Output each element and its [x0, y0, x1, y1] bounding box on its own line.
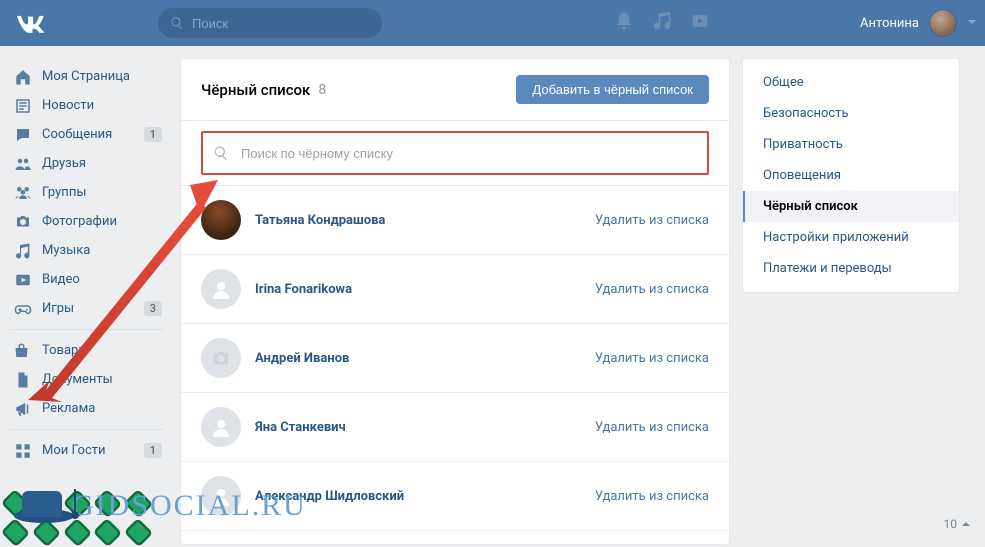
nav-groups[interactable]: Группы: [6, 178, 168, 207]
avatar-deactivated[interactable]: [201, 407, 241, 447]
nav-home[interactable]: Моя Страница: [6, 62, 168, 91]
msg-icon: [12, 126, 34, 144]
nav-label: Товары: [42, 343, 162, 358]
settings-menu: Общее Безопасность Приватность Оповещени…: [742, 58, 960, 293]
nav-badge: 1: [144, 127, 162, 142]
person-name[interactable]: Татьяна Кондрашова: [255, 213, 385, 228]
video-play-icon[interactable]: [690, 11, 710, 35]
nav-label: Реклама: [42, 401, 162, 416]
games-icon: [12, 300, 34, 318]
nav-label: Сообщения: [42, 127, 144, 142]
list-item: Яна Станкевич Удалить из списка: [181, 393, 729, 462]
remove-link[interactable]: Удалить из списка: [595, 420, 709, 435]
search-icon: [170, 16, 184, 30]
nav-label: Документы: [42, 372, 162, 387]
remove-link[interactable]: Удалить из списка: [595, 282, 709, 297]
username: Антонина: [860, 16, 919, 31]
notifications-icon[interactable]: [614, 11, 634, 35]
nav-label: Фотографии: [42, 214, 162, 229]
nav-market[interactable]: Товары: [6, 336, 168, 365]
nav-msg[interactable]: Сообщения 1: [6, 120, 168, 149]
photos-icon: [12, 213, 34, 231]
global-search-input[interactable]: [192, 16, 370, 31]
blacklist-panel: Чёрный список 8 Добавить в чёрный список…: [180, 58, 730, 545]
settings-item[interactable]: Оповещения: [743, 160, 959, 191]
nav-label: Моя Страница: [42, 69, 162, 84]
nav-label: Новости: [42, 98, 162, 113]
nav-label: Музыка: [42, 243, 162, 258]
nav-label: Видео: [42, 272, 162, 287]
docs-icon: [12, 371, 34, 389]
top-header: Антонина: [0, 0, 985, 46]
avatar-deactivated[interactable]: [201, 269, 241, 309]
person-name[interactable]: Андрей Иванов: [255, 351, 349, 366]
chevron-up-icon: [961, 519, 971, 529]
remove-link[interactable]: Удалить из списка: [595, 489, 709, 504]
video-icon: [12, 271, 34, 289]
nav-video[interactable]: Видео: [6, 265, 168, 294]
settings-item[interactable]: Безопасность: [743, 98, 959, 129]
avatar[interactable]: [201, 200, 241, 240]
nav-grid[interactable]: Мои Гости 1: [6, 436, 168, 465]
avatar-placeholder[interactable]: [201, 338, 241, 378]
page-title: Чёрный список: [201, 81, 310, 99]
nav-label: Друзья: [42, 156, 162, 171]
list-item: Татьяна Кондрашова Удалить из списка: [181, 186, 729, 255]
nav-friends[interactable]: Друзья: [6, 149, 168, 178]
nav-photos[interactable]: Фотографии: [6, 207, 168, 236]
nav-docs[interactable]: Документы: [6, 365, 168, 394]
remove-link[interactable]: Удалить из списка: [595, 213, 709, 228]
remove-link[interactable]: Удалить из списка: [595, 351, 709, 366]
nav-news[interactable]: Новости: [6, 91, 168, 120]
blacklist-search-input[interactable]: [241, 146, 697, 161]
vk-logo[interactable]: [14, 12, 48, 34]
settings-item[interactable]: Настройки приложений: [743, 222, 959, 253]
nav-label: Игры: [42, 301, 144, 316]
nav-ads[interactable]: Реклама: [6, 394, 168, 423]
nav-badge: 1: [144, 443, 162, 458]
nav-badge: 3: [144, 301, 162, 316]
global-search[interactable]: [158, 8, 382, 38]
music-icon[interactable]: [652, 11, 672, 35]
add-to-blacklist-button[interactable]: Добавить в чёрный список: [516, 75, 709, 104]
grid-icon: [12, 442, 34, 460]
scroll-to-top[interactable]: 10: [944, 517, 972, 531]
user-menu[interactable]: Антонина: [860, 9, 977, 37]
nav-label: Мои Гости: [42, 443, 144, 458]
graduation-cap-icon: [14, 481, 78, 531]
settings-item[interactable]: Приватность: [743, 129, 959, 160]
blacklist-search-highlight: [201, 131, 709, 175]
news-icon: [12, 97, 34, 115]
friends-icon: [12, 155, 34, 173]
settings-item[interactable]: Общее: [743, 67, 959, 98]
chevron-down-icon: [967, 16, 977, 31]
nav-games[interactable]: Игры 3: [6, 294, 168, 323]
blacklist-count: 8: [318, 82, 326, 98]
left-nav: Моя Страница Новости Сообщения 1 Друзья …: [6, 58, 168, 545]
settings-item[interactable]: Платежи и переводы: [743, 253, 959, 284]
music-icon: [12, 242, 34, 260]
groups-icon: [12, 184, 34, 202]
ads-icon: [12, 400, 34, 418]
settings-item[interactable]: Чёрный список: [743, 191, 959, 222]
list-item: Ирина Пашко Удалить из списка: [181, 531, 729, 545]
home-icon: [12, 68, 34, 86]
person-name[interactable]: Яна Станкевич: [255, 420, 346, 435]
market-icon: [12, 342, 34, 360]
user-avatar: [929, 9, 957, 37]
header-icons: [614, 11, 710, 35]
list-item: Irina Fonarikowa Удалить из списка: [181, 255, 729, 324]
nav-music[interactable]: Музыка: [6, 236, 168, 265]
nav-label: Группы: [42, 185, 162, 200]
watermark: GIDSOCIAL.RU: [14, 481, 307, 531]
list-item: Андрей Иванов Удалить из списка: [181, 324, 729, 393]
person-name[interactable]: Irina Fonarikowa: [255, 282, 352, 297]
search-icon: [213, 145, 229, 161]
